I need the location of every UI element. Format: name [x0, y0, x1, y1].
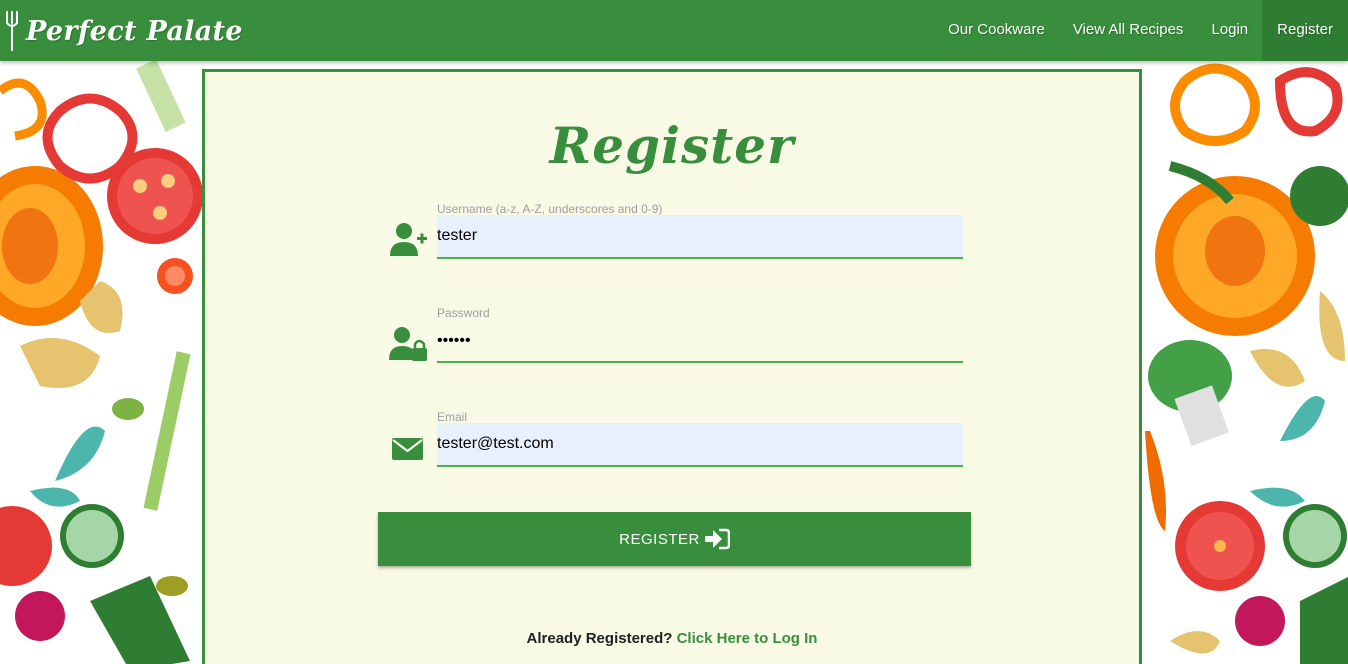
username-field-group: Username (a-z, A-Z, underscores and 0-9) [389, 202, 963, 270]
password-field-group: Password •••••• [389, 306, 963, 374]
nav-menu: Our Cookware View All Recipes Login Regi… [934, 0, 1348, 61]
register-button-label: REGISTER [619, 530, 700, 548]
leek-icon [136, 61, 186, 132]
register-button[interactable]: REGISTER [378, 512, 971, 566]
page-title: Register [549, 116, 795, 175]
user-lock-icon [389, 324, 429, 364]
username-input[interactable] [437, 215, 963, 259]
login-prompt-text: Already Registered? [526, 630, 673, 647]
brand-logo-link[interactable]: Perfect Palate [4, 10, 243, 52]
username-label: Username (a-z, A-Z, underscores and 0-9) [437, 202, 663, 216]
ginger-bottom-right-icon [1170, 631, 1220, 654]
cucumber-right-icon [1283, 504, 1347, 568]
asparagus-icon [143, 351, 191, 511]
register-card: Register Username (a-z, A-Z, underscores… [202, 69, 1142, 664]
top-navbar: Perfect Palate Our Cookware View All Rec… [0, 0, 1348, 61]
email-label: Email [437, 410, 468, 424]
radish-icon [15, 591, 65, 641]
tomato-slice-left-bottom-icon [0, 506, 52, 586]
leek-bundle-right-icon [1300, 577, 1348, 664]
broccoli-right-icon [1148, 340, 1232, 447]
login-prompt: Already Registered? Click Here to Log In [205, 630, 1139, 647]
cucumber-slice-icon [60, 504, 124, 568]
envelope-icon [389, 428, 429, 468]
nav-link-view-all-recipes[interactable]: View All Recipes [1059, 0, 1198, 61]
fork-icon [6, 11, 18, 51]
carrot-right-icon [1145, 431, 1166, 531]
password-input[interactable]: •••••• [437, 319, 963, 363]
email-field-group: Email [389, 410, 963, 478]
nav-link-our-cookware[interactable]: Our Cookware [934, 0, 1059, 61]
herb-leaf-right-icon [1250, 396, 1325, 507]
sign-in-icon [704, 528, 730, 550]
herb-leaf-icon [30, 426, 105, 507]
nav-link-register[interactable]: Register [1262, 0, 1348, 61]
brand-name: Perfect Palate [26, 15, 243, 47]
password-label: Password [437, 306, 490, 320]
pepper-ring-right-icon [1170, 63, 1343, 146]
cabbage-right-icon [1290, 166, 1348, 226]
login-link[interactable]: Click Here to Log In [677, 630, 818, 647]
user-plus-icon [389, 220, 429, 260]
nav-link-login[interactable]: Login [1197, 0, 1262, 61]
tomato-right-icon [1175, 501, 1265, 591]
email-input[interactable] [437, 423, 963, 467]
pepper-ring-icon [0, 78, 138, 184]
carrot-slice-icon [157, 258, 193, 294]
radish-right-icon [1235, 596, 1285, 646]
